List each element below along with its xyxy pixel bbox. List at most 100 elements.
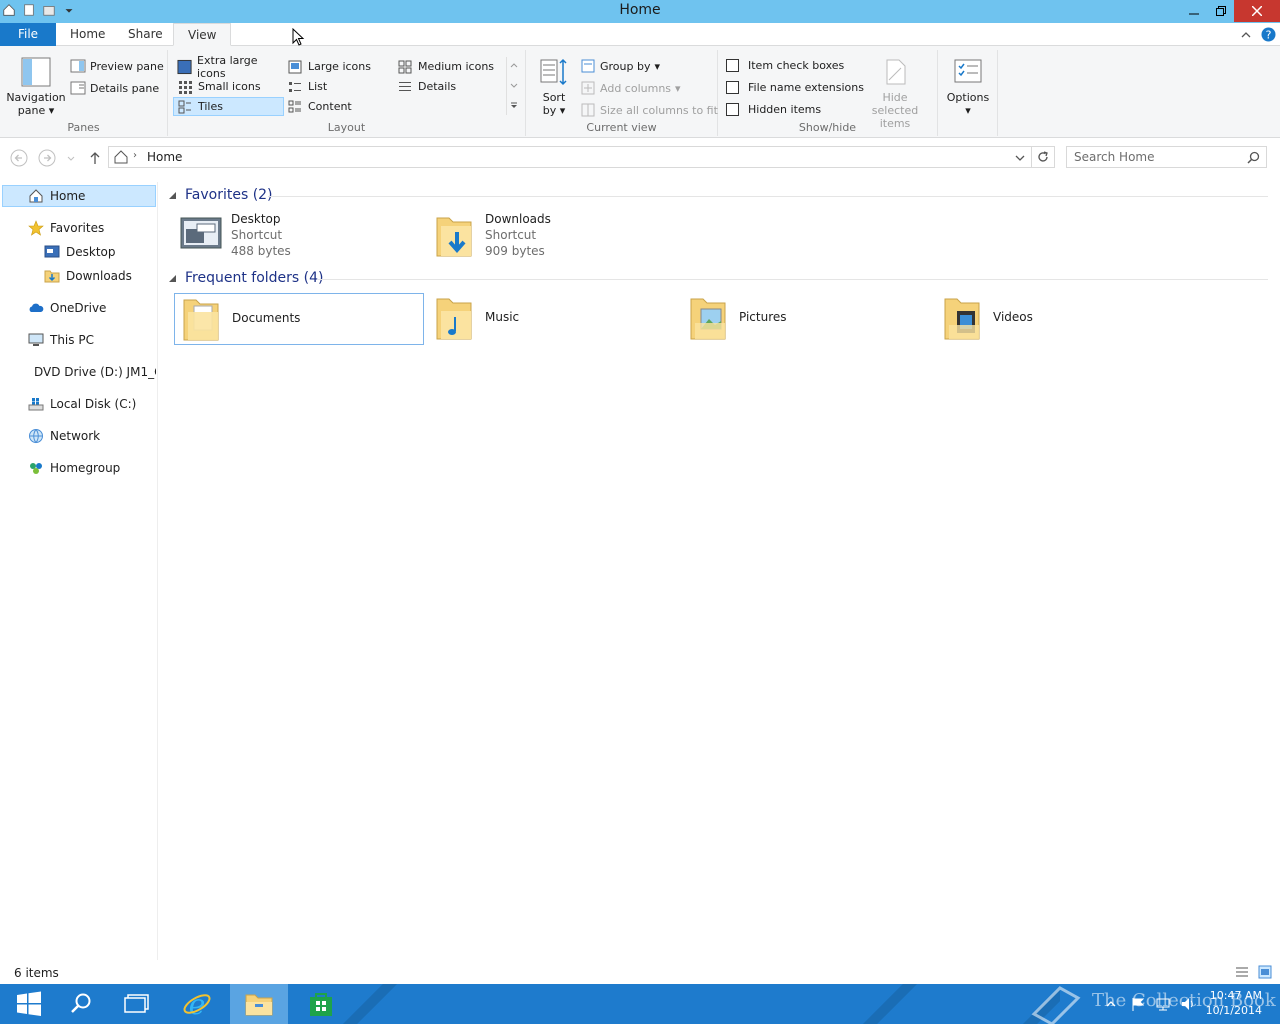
list-label: List: [308, 80, 328, 93]
file-name-extensions-checkbox[interactable]: File name extensions: [726, 81, 864, 94]
local-disk-icon: [28, 398, 44, 411]
address-bar[interactable]: › Home: [108, 146, 1055, 168]
start-button[interactable]: [0, 984, 58, 1024]
internet-explorer-button[interactable]: e: [168, 984, 226, 1024]
restore-button[interactable]: [1207, 0, 1234, 22]
file-name-extensions-box[interactable]: [726, 81, 739, 94]
nav-item-onedrive[interactable]: OneDrive: [28, 297, 106, 319]
collapse-ribbon-icon[interactable]: [1240, 29, 1252, 41]
nav-item-homegroup[interactable]: Homegroup: [28, 457, 120, 479]
tile-name: Music: [485, 310, 520, 324]
small-icons-option[interactable]: Small icons: [174, 77, 284, 96]
group-by-button[interactable]: Group by ▾: [580, 58, 660, 74]
nav-item-downloads[interactable]: Downloads: [44, 265, 132, 287]
status-bar: 6 items: [0, 962, 1280, 984]
close-button[interactable]: [1234, 0, 1280, 22]
nav-item-this-pc[interactable]: This PC: [28, 329, 94, 351]
sort-by-button[interactable]: Sort by ▾: [536, 56, 572, 117]
videos-folder-icon: [944, 298, 980, 340]
details-option[interactable]: Details: [394, 77, 506, 96]
task-view-button[interactable]: [108, 984, 166, 1024]
add-columns-label: Add columns: [600, 81, 672, 95]
size-all-columns-button[interactable]: Size all columns to fit: [580, 102, 718, 118]
layout-gallery-scroller[interactable]: [506, 57, 520, 115]
frequent-folders-group-header[interactable]: Frequent folders (4): [168, 267, 1268, 289]
store-button[interactable]: [292, 984, 350, 1024]
tab-view[interactable]: View: [173, 23, 232, 46]
scroll-down-icon[interactable]: [508, 79, 520, 91]
gallery-expand-icon[interactable]: [508, 99, 520, 111]
nav-item-network[interactable]: Network: [28, 425, 100, 447]
details-view-icon[interactable]: [1235, 966, 1249, 978]
minimize-button[interactable]: [1180, 0, 1207, 22]
navigation-pane-button[interactable]: Navigation pane ▾: [6, 56, 66, 117]
tile-type: Shortcut: [485, 228, 537, 242]
search-taskbar-button[interactable]: [52, 984, 110, 1024]
panes-group-label: Panes: [67, 121, 100, 134]
breadcrumb-chevron-icon[interactable]: ›: [133, 150, 137, 161]
clock[interactable]: 10:47 AM 10/1/2014: [1206, 988, 1262, 1018]
breadcrumb-home[interactable]: Home: [147, 150, 182, 164]
nav-item-dvd-drive[interactable]: DVD Drive (D:) JM1_C: [28, 361, 156, 383]
collapse-triangle-icon[interactable]: [168, 191, 177, 200]
options-icon: [954, 59, 982, 83]
up-icon[interactable]: [86, 149, 104, 167]
back-icon[interactable]: [10, 149, 28, 167]
hidden-items-box[interactable]: [726, 103, 739, 116]
refresh-icon[interactable]: [1036, 150, 1050, 164]
tile-videos[interactable]: Videos: [936, 293, 1186, 345]
details-pane-button[interactable]: Details pane: [70, 80, 159, 96]
tile-documents[interactable]: Documents: [174, 293, 424, 345]
nav-dvd-label: DVD Drive (D:) JM1_C: [34, 365, 156, 379]
collapse-triangle-icon[interactable]: [168, 274, 177, 283]
tile-pictures[interactable]: Pictures: [682, 293, 932, 345]
extra-large-icons-option[interactable]: Extra large icons: [174, 54, 284, 80]
nav-item-desktop[interactable]: Desktop: [44, 241, 116, 263]
nav-item-favorites[interactable]: Favorites: [28, 217, 104, 239]
nav-item-local-disk[interactable]: Local Disk (C:): [28, 393, 136, 415]
action-center-flag-icon[interactable]: [1130, 996, 1146, 1012]
hidden-items-checkbox[interactable]: Hidden items: [726, 103, 821, 116]
file-explorer-taskbar-button[interactable]: [230, 984, 288, 1024]
scroll-up-icon[interactable]: [508, 59, 520, 71]
search-input[interactable]: Search Home: [1066, 146, 1267, 168]
help-icon[interactable]: ?: [1261, 27, 1276, 42]
volume-icon[interactable]: [1180, 996, 1196, 1012]
favorites-group-header[interactable]: Favorites (2): [168, 184, 1268, 206]
layout-group-label: Layout: [327, 121, 366, 134]
hide-selected-items-button[interactable]: Hide selected items: [858, 56, 932, 130]
tile-downloads[interactable]: Downloads Shortcut 909 bytes: [428, 210, 678, 262]
preview-pane-button[interactable]: Preview pane: [70, 58, 164, 74]
recent-locations-icon[interactable]: [64, 149, 78, 167]
title-bar: Home: [0, 0, 1280, 23]
group-by-label: Group by: [600, 59, 651, 73]
options-group: Options ▾: [938, 50, 998, 136]
tab-share[interactable]: Share: [114, 23, 177, 46]
address-dropdown-icon[interactable]: [1014, 152, 1026, 164]
content-option[interactable]: Content: [284, 97, 392, 116]
file-name-extensions-label: File name extensions: [748, 81, 864, 94]
tab-file[interactable]: File: [0, 23, 56, 46]
large-icons-option[interactable]: Large icons: [284, 57, 392, 76]
network-tray-icon[interactable]: [1155, 996, 1171, 1012]
forward-icon[interactable]: [38, 149, 56, 167]
options-button[interactable]: Options ▾: [942, 56, 994, 117]
medium-icons-option[interactable]: Medium icons: [394, 57, 506, 76]
navigation-pane: Home Favorites Desktop Downloads OneDriv…: [0, 182, 158, 960]
list-option[interactable]: List: [284, 77, 392, 96]
tile-desktop[interactable]: Desktop Shortcut 488 bytes: [174, 210, 424, 262]
size-all-columns-label: Size all columns to fit: [600, 103, 718, 117]
item-check-boxes-box[interactable]: [726, 59, 739, 72]
tile-music[interactable]: Music: [428, 293, 678, 345]
windows-logo-icon: [17, 991, 41, 1016]
add-columns-button[interactable]: Add columns ▾: [580, 80, 681, 96]
nav-item-home[interactable]: Home: [2, 185, 156, 207]
tile-size: 488 bytes: [231, 244, 291, 258]
large-icons-view-icon[interactable]: [1258, 965, 1272, 979]
tab-home[interactable]: Home: [56, 23, 119, 46]
search-icon[interactable]: [1247, 151, 1260, 164]
tiles-option[interactable]: Tiles: [173, 97, 284, 116]
show-hidden-icons-icon[interactable]: [1105, 998, 1117, 1010]
item-check-boxes-checkbox[interactable]: Item check boxes: [726, 59, 844, 72]
file-explorer-icon: [245, 994, 273, 1016]
